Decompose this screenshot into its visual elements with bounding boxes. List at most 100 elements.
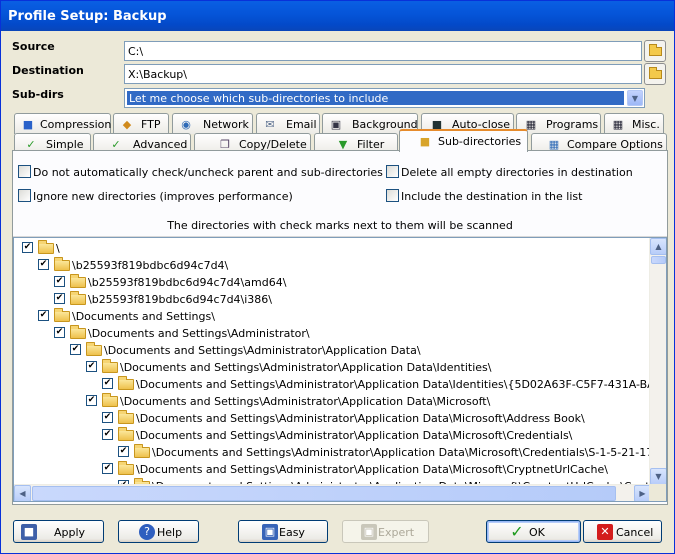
folder-icon <box>38 240 54 254</box>
tree-row-label: \Documents and Settings\Administrator\Ap… <box>136 378 666 391</box>
cancel-button[interactable]: ✕ Cancel <box>583 520 662 543</box>
tree-row-checkbox[interactable]: ✔ <box>54 293 65 304</box>
email-icon: ✉ <box>265 118 275 131</box>
delete-empty-label: Delete all empty directories in destinat… <box>401 166 633 179</box>
folder-icon <box>102 393 118 407</box>
tree-row-checkbox[interactable]: ✔ <box>118 446 129 457</box>
scroll-left-button[interactable]: ◀ <box>14 485 31 501</box>
source-browse-button[interactable] <box>644 40 666 62</box>
tree-row-label: \Documents and Settings\Administrator\Ap… <box>120 395 491 408</box>
include-destination-checkbox[interactable] <box>386 189 399 202</box>
tree-row-label: \b25593f819bdbc6d94c7d4\amd64\ <box>88 276 287 289</box>
ignore-new-label: Ignore new directories (improves perform… <box>33 190 293 203</box>
compression-icon: ■ <box>22 118 34 131</box>
tree-row-checkbox[interactable]: ✔ <box>102 378 113 389</box>
subdirs-selected-value: Let me choose which sub-directories to i… <box>127 91 624 105</box>
tab-sub-directories[interactable]: ■ Sub-directories <box>399 129 528 152</box>
tree-row-label: \ <box>56 242 60 255</box>
folder-icon <box>70 274 86 288</box>
expert-button[interactable]: ▣ Expert <box>342 520 429 543</box>
chevron-down-icon[interactable]: ▼ <box>627 90 643 106</box>
tree-row-checkbox[interactable]: ✔ <box>102 429 113 440</box>
destination-field[interactable]: X:\Backup\ <box>124 64 642 84</box>
easy-icon: ▣ <box>262 524 278 540</box>
directory-tree: ✔ \ ✔ \b25593f819bdbc6d94c7d4\ ✔ \b25593f819b… <box>13 237 667 502</box>
title-bar[interactable]: Profile Setup: Backup <box>1 1 674 31</box>
help-button[interactable]: ? Help <box>118 520 199 543</box>
tree-row-label: \Documents and Settings\ <box>72 310 215 323</box>
destination-browse-button[interactable] <box>644 63 666 85</box>
delete-empty-checkbox[interactable] <box>386 165 399 178</box>
network-icon: ◉ <box>181 118 191 131</box>
vertical-scroll-thumb[interactable] <box>651 256 666 264</box>
apply-button[interactable]: ■ Apply <box>13 520 104 543</box>
no-auto-check-checkbox[interactable] <box>18 165 31 178</box>
save-icon: ■ <box>21 524 37 540</box>
folder-icon <box>649 44 662 56</box>
folder-icon <box>649 67 662 79</box>
window-title: Profile Setup: Backup <box>8 9 167 24</box>
horizontal-scrollbar[interactable]: ◀ ▶ <box>14 484 651 501</box>
source-label: Source <box>12 40 55 53</box>
tab-misc[interactable]: ▦ Misc. <box>604 113 664 134</box>
tree-row-label: \Documents and Settings\Administrator\Ap… <box>104 344 421 357</box>
ok-button[interactable]: ✓ OK <box>486 520 581 543</box>
tree-row-checkbox[interactable]: ✔ <box>70 344 81 355</box>
scrollbar-corner <box>649 484 666 501</box>
tree-row-checkbox[interactable]: ✔ <box>54 276 65 287</box>
ignore-new-checkbox[interactable] <box>18 189 31 202</box>
tree-row-checkbox[interactable]: ✔ <box>38 310 49 321</box>
scroll-down-button[interactable]: ▼ <box>650 468 666 485</box>
tree-row-label: \Documents and Settings\Administrator\Ap… <box>152 446 666 459</box>
no-auto-check-label: Do not automatically check/uncheck paren… <box>33 166 383 179</box>
tree-row-checkbox[interactable]: ✔ <box>22 242 33 253</box>
tree-row-label: \b25593f819bdbc6d94c7d4\i386\ <box>88 293 273 306</box>
tree-row-checkbox[interactable]: ✔ <box>54 327 65 338</box>
tab-email[interactable]: ✉ Email <box>256 113 320 134</box>
help-icon: ? <box>139 524 155 540</box>
ftp-icon: ◆ <box>122 118 132 131</box>
source-field[interactable]: C:\ <box>124 41 642 61</box>
sub-directories-panel: Do not automatically check/uncheck paren… <box>12 150 668 505</box>
vertical-scrollbar[interactable]: ▲ ▼ <box>649 238 666 485</box>
destination-label: Destination <box>12 64 84 77</box>
folder-icon <box>54 257 70 271</box>
tree-row-label: \Documents and Settings\Administrator\Ap… <box>136 429 573 442</box>
close-icon: ✕ <box>597 524 613 540</box>
scroll-up-button[interactable]: ▲ <box>650 238 666 255</box>
tree-row-checkbox[interactable]: ✔ <box>86 361 97 372</box>
include-destination-label: Include the destination in the list <box>401 190 583 203</box>
folder-icon <box>86 342 102 356</box>
tree-row-checkbox[interactable]: ✔ <box>86 395 97 406</box>
folder-icon <box>54 308 70 322</box>
folder-icon <box>70 291 86 305</box>
tree-row-checkbox[interactable]: ✔ <box>38 259 49 270</box>
easy-button[interactable]: ▣ Easy <box>238 520 328 543</box>
folder-icon <box>118 427 134 441</box>
tab-programs[interactable]: ▦ Programs <box>516 113 601 134</box>
tree-row-label: \Documents and Settings\Administrator\Ap… <box>120 361 492 374</box>
folder-icon <box>134 444 150 458</box>
check-icon: ✓ <box>510 522 524 541</box>
horizontal-scroll-thumb[interactable] <box>32 486 616 501</box>
tab-compression[interactable]: ■ Compression <box>14 113 111 134</box>
tree-row-checkbox[interactable]: ✔ <box>102 412 113 423</box>
tree-row-label: \b25593f819bdbc6d94c7d4\ <box>72 259 229 272</box>
tree-row-label: \Documents and Settings\Administrator\ <box>88 327 310 340</box>
expert-icon: ▣ <box>361 524 377 540</box>
tab-ftp[interactable]: ◆ FTP <box>113 113 169 134</box>
subdirs-label: Sub-dirs <box>12 88 64 101</box>
background-icon: ▣ <box>330 118 342 131</box>
tab-network[interactable]: ◉ Network <box>172 113 253 134</box>
subdirs-dropdown[interactable]: Let me choose which sub-directories to i… <box>124 88 645 108</box>
tree-header: The directories with check marks next to… <box>13 211 667 237</box>
profile-setup-window: Profile Setup: Backup Source C:\ Destina… <box>0 0 675 554</box>
folder-icon: ■ <box>419 135 431 148</box>
folder-icon <box>118 410 134 424</box>
folder-icon <box>102 359 118 373</box>
tree-row-checkbox[interactable]: ✔ <box>102 463 113 474</box>
tree-row-label: \Documents and Settings\Administrator\Ap… <box>136 412 585 425</box>
folder-icon <box>70 325 86 339</box>
folder-icon <box>118 461 134 475</box>
misc-icon: ▦ <box>612 118 624 131</box>
